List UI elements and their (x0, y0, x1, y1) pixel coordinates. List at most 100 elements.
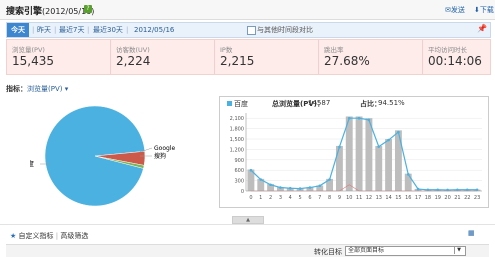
legend-series-name: 百度 (234, 100, 248, 108)
x-tick-label: 21 (454, 195, 460, 201)
bar (335, 145, 343, 191)
custom-indicator-link[interactable]: 自定义指标 (19, 232, 54, 240)
series-point (328, 178, 331, 181)
series-point (298, 187, 302, 190)
metric-value: 00:14:06 (428, 54, 482, 68)
series-point (288, 186, 292, 190)
metric-uv: 访客数(UV) 2,224 (111, 40, 215, 74)
pie-label-google: Google (154, 145, 175, 152)
pie-label-sogou: 搜狗 (154, 152, 166, 160)
compare-checkbox[interactable] (247, 26, 256, 35)
conversion-select[interactable]: 全部页面目标 (345, 246, 466, 256)
x-tick-label: 16 (405, 195, 411, 201)
advanced-filter-link[interactable]: 高级筛选 (60, 232, 88, 240)
bar (365, 118, 373, 191)
metric-label: 浏览量(PV) (12, 46, 45, 54)
help-icon[interactable]: ? (84, 5, 92, 13)
page-title-text: 搜索引擎 (6, 7, 43, 17)
series-point (475, 188, 479, 192)
series-point (406, 173, 410, 176)
metric-value: 15,435 (12, 54, 54, 68)
grid-view-icon[interactable]: ▦ (468, 229, 475, 237)
compare-label: 与其他时间段对比 (257, 26, 313, 34)
series-point (357, 116, 361, 120)
indicator-label: 指标： (6, 85, 27, 93)
legend-total-value: 14587 (308, 99, 331, 107)
star-icon: ★ (10, 232, 17, 240)
y-tick-label: 1,200 (230, 147, 244, 153)
conversion-bar: 转化目标 全部页面目标 ▼ (6, 244, 489, 257)
x-tick-label: 0 (249, 195, 252, 201)
x-tick-label: 18 (425, 195, 431, 201)
footer-separator: | (55, 232, 59, 240)
series-point (259, 178, 263, 181)
x-tick-label: 7 (318, 195, 321, 201)
tab-separator: | (32, 26, 35, 34)
indicator-select[interactable]: 浏览量(PV) ▾ (27, 85, 68, 93)
series-point (269, 183, 272, 187)
y-tick-label: 2,100 (230, 116, 244, 122)
x-tick-label: 17 (415, 195, 421, 201)
page-title: 搜索引擎(2012/05/16) (6, 4, 94, 17)
bar (404, 173, 412, 191)
send-button[interactable]: ✉发送 (445, 5, 465, 15)
collapse-handle[interactable]: ▲ (232, 216, 264, 224)
pin-icon[interactable]: 📌 (477, 24, 487, 33)
date-toolbar: 今天 昨天 | | 最近7天 | 最近30天 | 2012/05/16 与其他时… (6, 22, 491, 38)
download-label: 下载 (479, 6, 494, 14)
y-tick-label: 1,500 (230, 137, 244, 143)
divider (0, 224, 495, 225)
series-point (249, 168, 253, 172)
tab-separator: | (126, 26, 129, 34)
tab-separator: | (87, 26, 90, 34)
series-point (456, 188, 459, 192)
y-tick-label: 600 (234, 168, 244, 174)
y-tick-label: 900 (234, 158, 244, 164)
x-tick-label: 2 (269, 195, 272, 201)
metric-label: 平均访问时长 (428, 46, 467, 54)
series-point (387, 138, 390, 142)
tab-today[interactable]: 今天 (7, 23, 29, 37)
send-label: 发送 (450, 6, 465, 14)
x-tick-label: 15 (395, 195, 401, 201)
y-tick-label: 0 (241, 189, 244, 195)
series-point (367, 118, 371, 122)
metric-label: 跳出率 (324, 46, 344, 54)
y-tick-label: 300 (234, 179, 244, 185)
metric-bounce-rate: 跳出率 27.68% (319, 40, 423, 74)
series-point (465, 188, 469, 192)
x-tick-label: 22 (464, 195, 470, 201)
bar (385, 139, 393, 191)
series-point (416, 187, 420, 191)
metric-avg-duration: 平均访问时长 00:14:06 (423, 40, 490, 74)
footer-actions: ★ 自定义指标 | 高级筛选 (10, 231, 88, 241)
series-line-baidu (250, 117, 478, 191)
indicator-row: 指标：浏览量(PV) ▾ (6, 84, 68, 94)
tab-date-range[interactable]: 2012/05/16 (134, 23, 174, 37)
tab-yesterday[interactable]: 昨天 (37, 23, 51, 37)
bar (394, 130, 402, 191)
download-button[interactable]: ⬇下载 (474, 5, 494, 15)
x-tick-label: 13 (376, 195, 382, 201)
bar (345, 116, 353, 191)
y-tick-label: 1,800 (230, 127, 244, 133)
series-point (426, 188, 430, 192)
trend-chart: 百度 总浏览量(PV)： 14587 占比： 94.51% 0 300 600 900… (219, 96, 489, 208)
x-tick-label: 10 (346, 195, 352, 201)
x-tick-label: 11 (356, 195, 362, 201)
legend-share-value: 94.51% (378, 99, 405, 107)
tab-last-30-days[interactable]: 最近30天 (93, 23, 123, 37)
series-point (338, 145, 341, 149)
pie-label-baidu: 百度 (30, 159, 34, 168)
tab-separator: | (54, 26, 57, 34)
metric-value: 2,215 (220, 54, 255, 68)
metric-value: 27.68% (324, 54, 370, 68)
x-tick-label: 19 (435, 195, 441, 201)
tab-last-7-days[interactable]: 最近7天 (59, 23, 84, 37)
metric-value: 2,224 (116, 54, 151, 68)
x-tick-label: 20 (444, 195, 450, 201)
metric-label: 访客数(UV) (116, 46, 150, 54)
chevron-down-icon[interactable]: ▼ (454, 246, 463, 254)
series-point (397, 130, 400, 134)
bar (355, 116, 363, 191)
